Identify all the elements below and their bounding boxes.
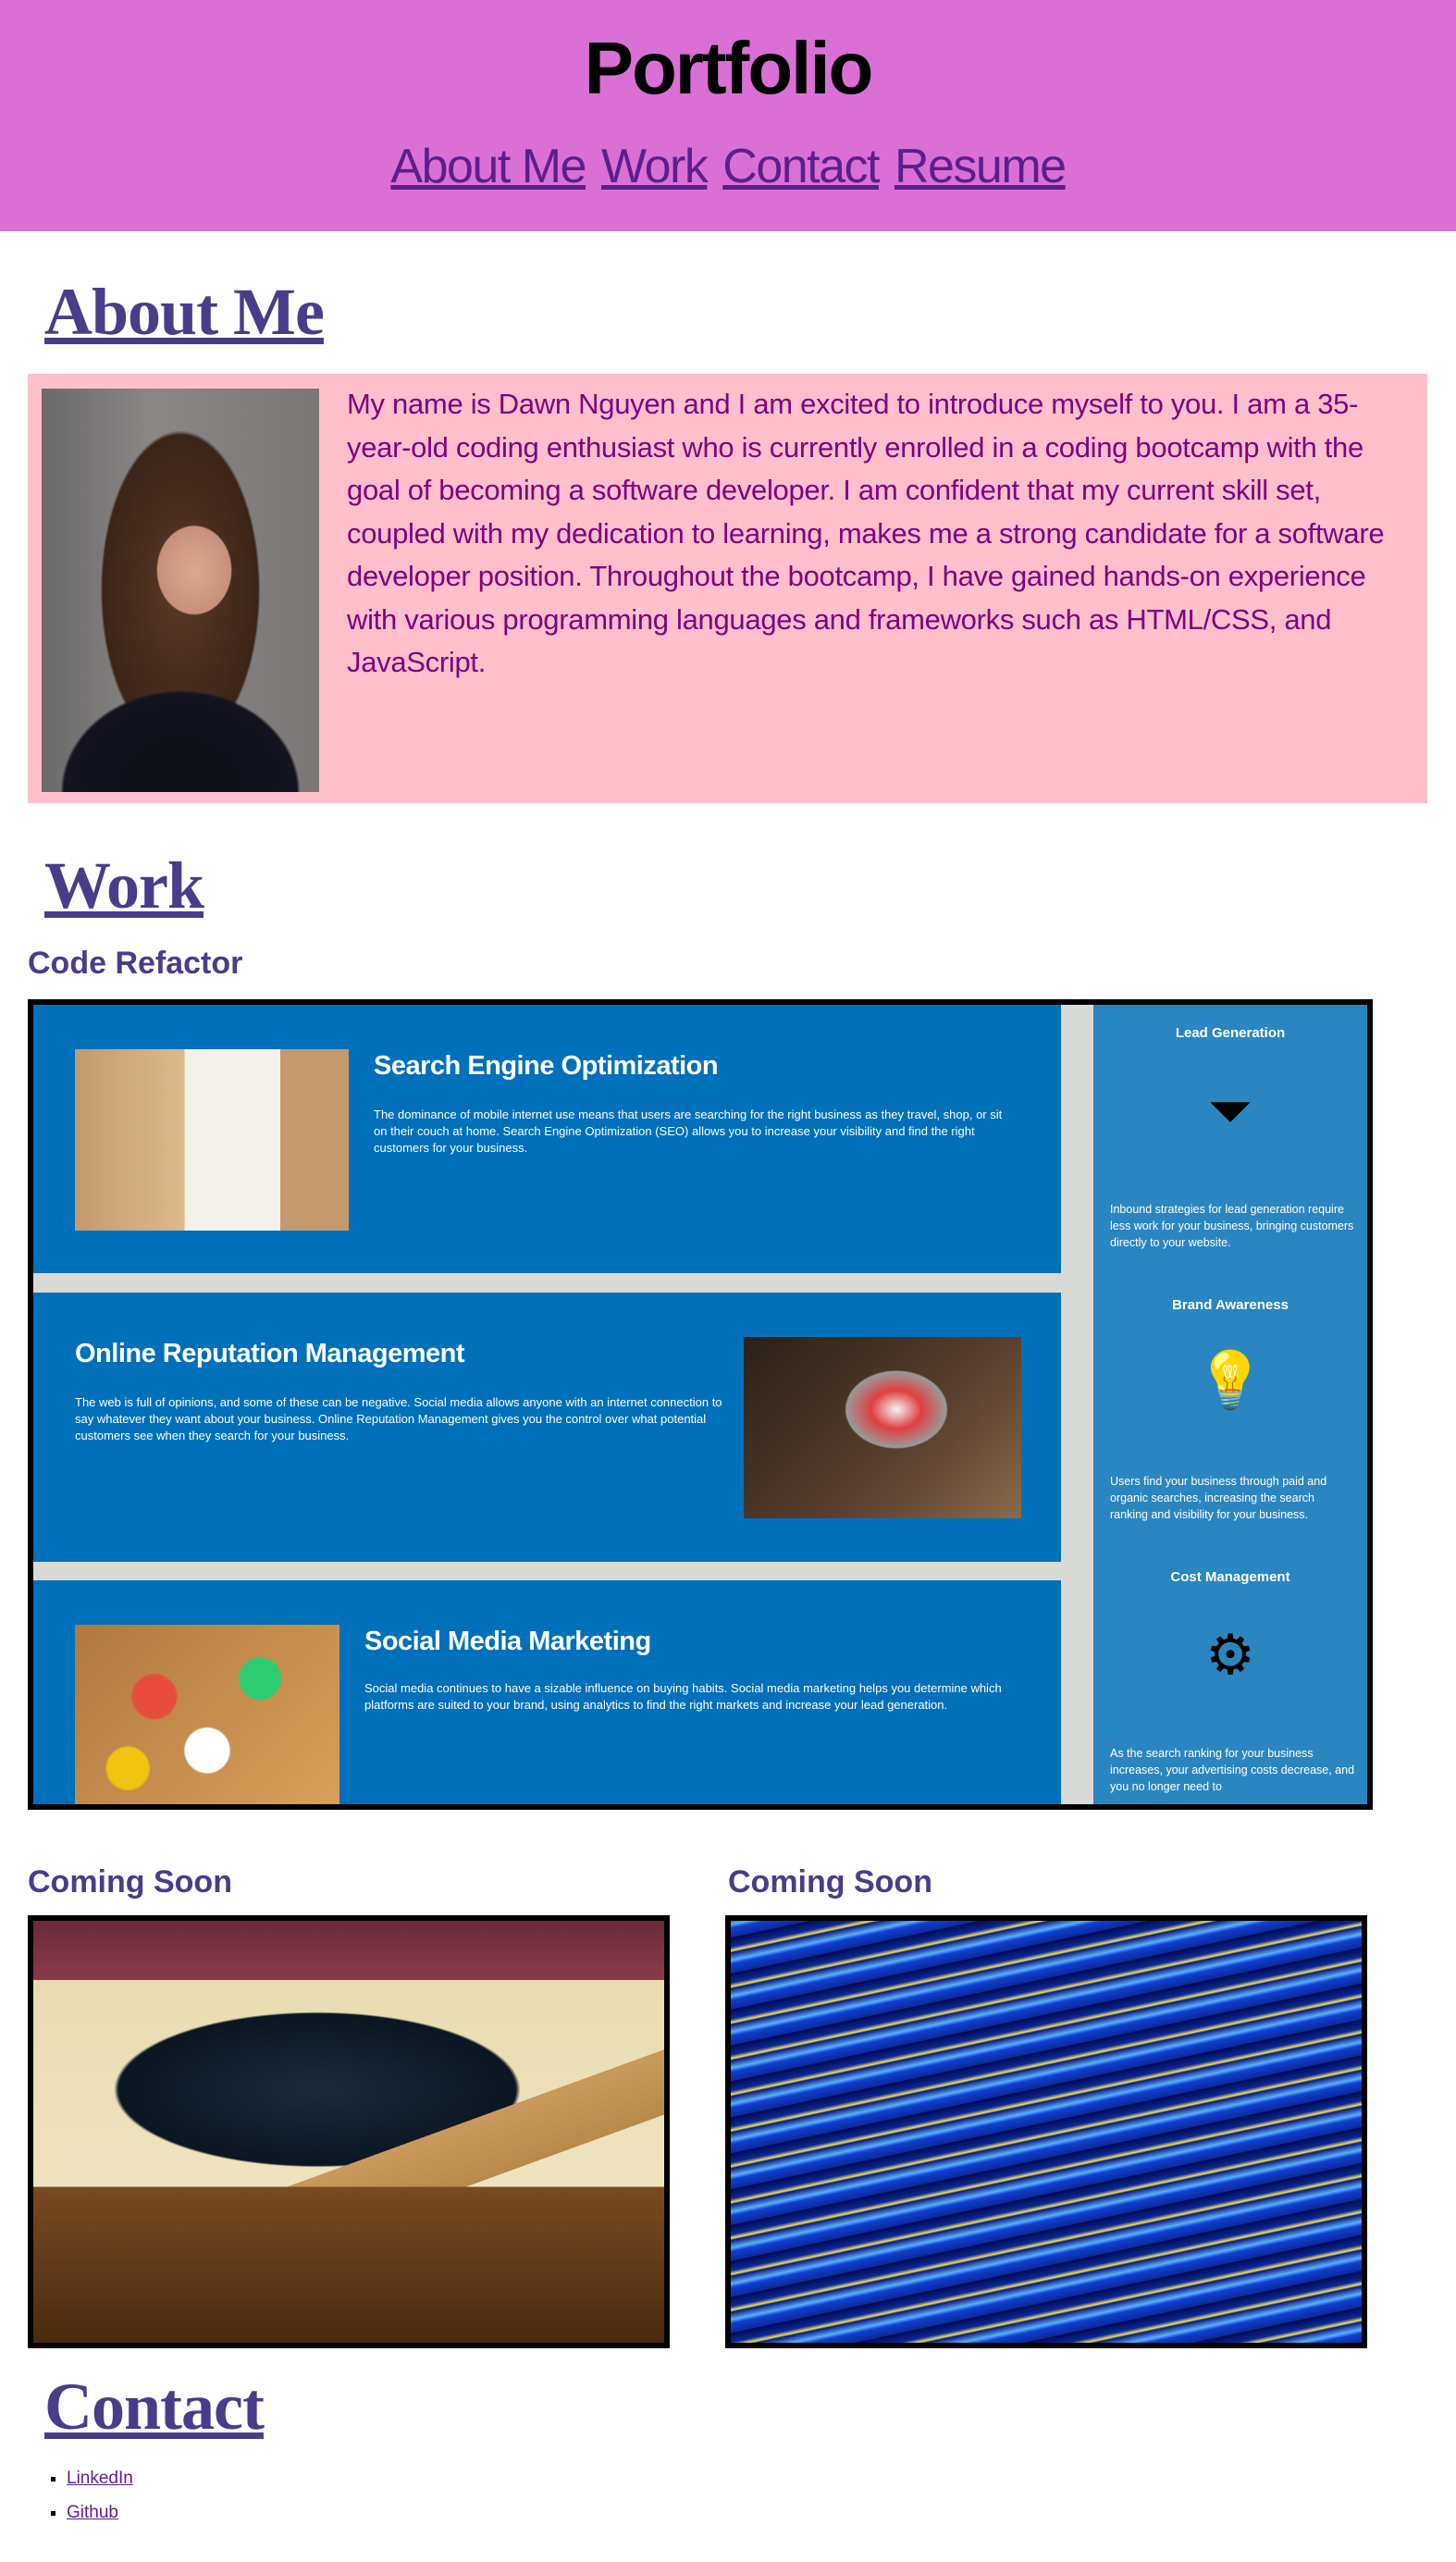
project-title: Coming Soon bbox=[28, 1864, 232, 1900]
screenshot-panel-orm: Online Reputation Management The web is … bbox=[33, 1293, 1061, 1562]
social-media-image bbox=[75, 1625, 339, 1804]
nav-about-me[interactable]: About Me bbox=[390, 140, 586, 193]
panel-title: Online Reputation Management bbox=[75, 1339, 465, 1368]
panel-text: Social media continues to have a sizable… bbox=[364, 1681, 1002, 1712]
list-item: LinkedIn bbox=[67, 2461, 133, 2495]
project-image-desk-setup[interactable] bbox=[28, 1915, 670, 2348]
nav-work[interactable]: Work bbox=[601, 140, 709, 193]
list-item: Github bbox=[67, 2495, 133, 2530]
benefit-text: Inbound strategies for lead generation r… bbox=[1110, 1203, 1354, 1249]
about-box: My name is Dawn Nguyen and I am excited … bbox=[28, 374, 1427, 803]
benefit-title: Brand Awareness bbox=[1172, 1297, 1289, 1313]
github-link[interactable]: Github bbox=[67, 2503, 118, 2522]
screenshot-sidebar: Lead Generation ⏷ Inbound strategies for… bbox=[1093, 1005, 1367, 1804]
profile-photo bbox=[42, 389, 319, 792]
main-nav: About Me Work Contact Resume bbox=[0, 139, 1456, 194]
contact-heading: Contact bbox=[44, 2370, 265, 2444]
lightbulb-person-icon: 💡 bbox=[1195, 1349, 1265, 1411]
gear-dollar-icon: ⚙ bbox=[1205, 1624, 1255, 1686]
panel-text: The dominance of mobile internet use mea… bbox=[374, 1108, 1003, 1155]
funnel-icon: ⏷ bbox=[1208, 1080, 1252, 1142]
panel-title: Search Engine Optimization bbox=[374, 1051, 719, 1081]
benefit-title: Lead Generation bbox=[1175, 1025, 1286, 1041]
site-title: Portfolio bbox=[584, 27, 874, 109]
linkedin-link[interactable]: LinkedIn bbox=[67, 2469, 133, 2488]
site-header: Portfolio About Me Work Contact Resume bbox=[0, 0, 1456, 231]
benefit-text: Users find your business through paid an… bbox=[1110, 1475, 1327, 1521]
seo-image bbox=[75, 1049, 349, 1231]
project-image-code[interactable] bbox=[725, 1915, 1367, 2348]
screenshot-panel-seo: Search Engine Optimization The dominance… bbox=[33, 1005, 1061, 1273]
project-title: Code Refactor bbox=[28, 946, 243, 981]
nav-contact[interactable]: Contact bbox=[722, 140, 880, 193]
contact-links: LinkedIn Github bbox=[37, 2461, 133, 2530]
panel-text: The web is full of opinions, and some of… bbox=[75, 1395, 722, 1442]
benefit-text: As the search ranking for your business … bbox=[1110, 1747, 1355, 1793]
work-heading: Work bbox=[44, 848, 204, 922]
reputation-image bbox=[744, 1337, 1021, 1518]
benefit-title: Cost Management bbox=[1170, 1569, 1290, 1585]
screenshot-panel-smm: Social Media Marketing Social media cont… bbox=[33, 1580, 1061, 1804]
about-bio: My name is Dawn Nguyen and I am excited … bbox=[347, 388, 1385, 678]
about-heading: About Me bbox=[44, 275, 325, 349]
project-title: Coming Soon bbox=[728, 1864, 932, 1900]
project-screenshot-code-refactor[interactable]: Search Engine Optimization The dominance… bbox=[28, 999, 1373, 1810]
nav-resume[interactable]: Resume bbox=[895, 140, 1067, 193]
panel-title: Social Media Marketing bbox=[364, 1627, 651, 1656]
